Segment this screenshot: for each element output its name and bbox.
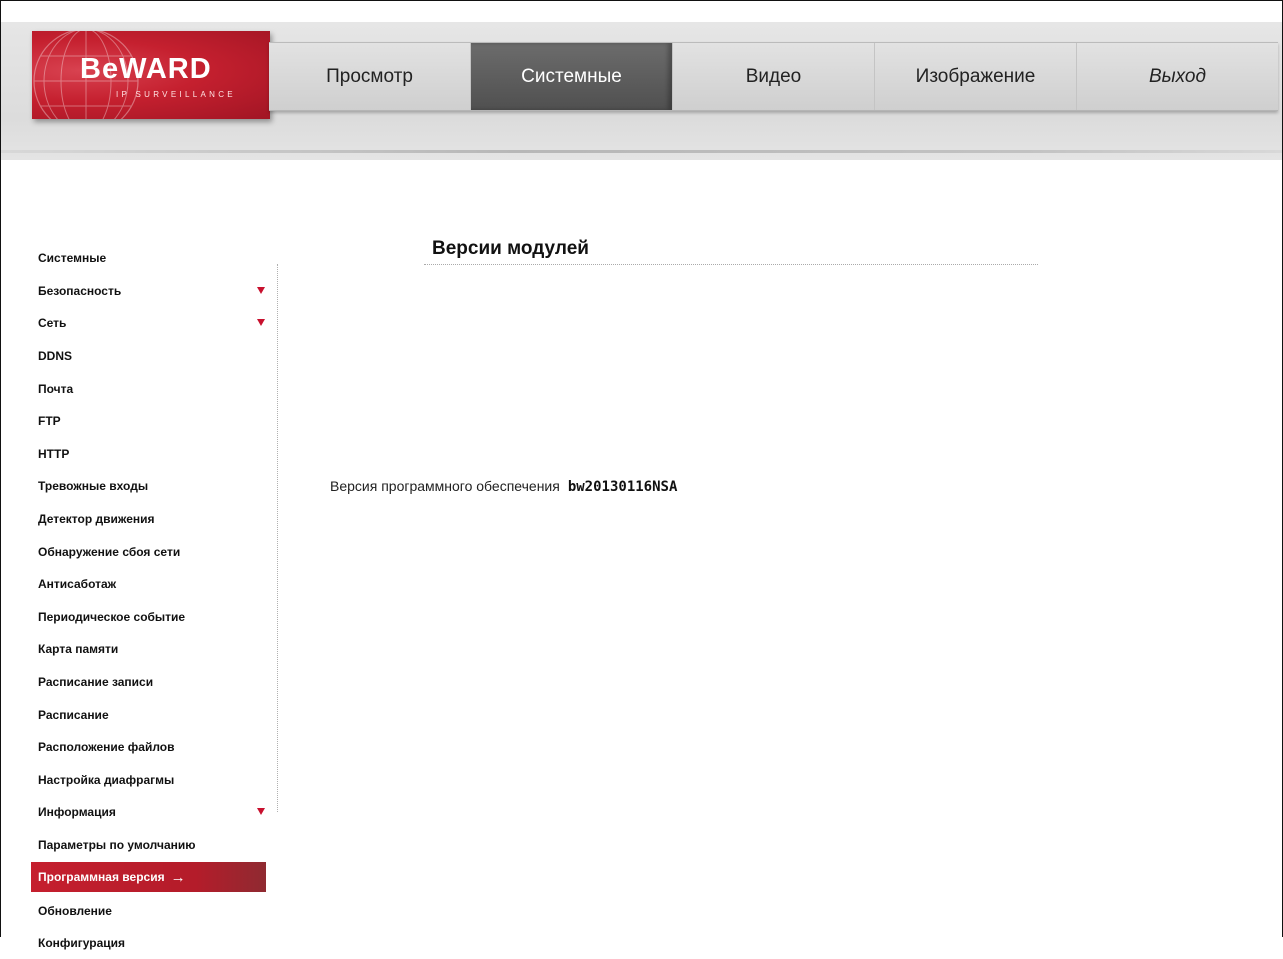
- sidebar-item-update[interactable]: Обновление: [31, 894, 271, 927]
- sidebar-item-configuration[interactable]: Конфигурация: [31, 927, 271, 959]
- expand-arrow-icon[interactable]: [257, 319, 265, 327]
- sidebar-item-motion-detector[interactable]: Детектор движения: [31, 503, 271, 536]
- nav-logout[interactable]: Выход: [1077, 43, 1278, 110]
- sidebar-item-ddns[interactable]: DDNS: [31, 340, 271, 373]
- sidebar-item-ftp[interactable]: FTP: [31, 405, 271, 438]
- brand-logo[interactable]: BeWARD IP SURVEILLANCE: [32, 31, 270, 119]
- sidebar-item-file-location[interactable]: Расположение файлов: [31, 731, 271, 764]
- nav-system[interactable]: Системные: [471, 43, 673, 110]
- sidebar-item-label: Параметры по умолчанию: [38, 837, 196, 852]
- sidebar-item-label: Конфигурация: [38, 936, 126, 951]
- sidebar-item-tamper[interactable]: Антисаботаж: [31, 568, 271, 601]
- sidebar-item-label: Программная версия: [38, 870, 165, 885]
- sidebar-menu: Системные Безопасность Сеть DDNS Почта F…: [31, 242, 271, 959]
- sidebar-item-label: Обновление: [38, 903, 112, 918]
- sidebar-item-memory-card[interactable]: Карта памяти: [31, 633, 271, 666]
- sidebar-item-label: Сеть: [38, 316, 67, 331]
- header-divider: [1, 150, 1282, 153]
- sidebar-item-label: Карта памяти: [38, 642, 119, 657]
- sidebar-item-label: Почта: [38, 381, 74, 396]
- sidebar-item-label: Информация: [38, 805, 116, 820]
- sidebar-divider: [277, 264, 278, 812]
- arrow-right-icon: →: [170, 868, 186, 886]
- sidebar-item-label: HTTP: [38, 446, 70, 461]
- sidebar-item-defaults[interactable]: Параметры по умолчанию: [31, 829, 271, 862]
- sidebar-item-label: Системные: [38, 251, 107, 266]
- sidebar-item-label: FTP: [38, 414, 61, 429]
- brand-name: BeWARD: [80, 53, 212, 85]
- sidebar-item-label: Обнаружение сбоя сети: [38, 544, 181, 559]
- sidebar-item-label: DDNS: [38, 349, 73, 364]
- sidebar-item-record-schedule[interactable]: Расписание записи: [31, 666, 271, 699]
- sidebar-item-info[interactable]: Информация: [31, 796, 271, 829]
- sidebar-item-label: Настройка диафрагмы: [38, 772, 175, 787]
- sidebar-item-network[interactable]: Сеть: [31, 307, 271, 340]
- sidebar-item-network-failure[interactable]: Обнаружение сбоя сети: [31, 535, 271, 568]
- sidebar-item-label: Антисаботаж: [38, 577, 117, 592]
- nav-image[interactable]: Изображение: [875, 43, 1077, 110]
- sidebar-item-label: Безопасность: [38, 283, 122, 298]
- sidebar-item-alarm-inputs[interactable]: Тревожные входы: [31, 470, 271, 503]
- sidebar-item-security[interactable]: Безопасность: [31, 275, 271, 308]
- sidebar-item-label: Расписание: [38, 707, 109, 722]
- nav-video[interactable]: Видео: [673, 43, 875, 110]
- sidebar-item-label: Расписание записи: [38, 675, 154, 690]
- sidebar-item-label: Периодическое событие: [38, 609, 186, 624]
- sidebar-item-label: Расположение файлов: [38, 740, 175, 755]
- sidebar-item-label: Детектор движения: [38, 512, 155, 527]
- page-title: Версии модулей: [432, 238, 589, 259]
- sidebar-item-iris[interactable]: Настройка диафрагмы: [31, 764, 271, 797]
- sidebar-item-schedule[interactable]: Расписание: [31, 698, 271, 731]
- sidebar-item-system[interactable]: Системные: [31, 242, 271, 275]
- brand-tagline: IP SURVEILLANCE: [116, 90, 236, 99]
- firmware-version-row: Версия программного обеспечения bw2013011…: [330, 478, 677, 495]
- nav-view[interactable]: Просмотр: [269, 43, 471, 110]
- sidebar-item-mail[interactable]: Почта: [31, 372, 271, 405]
- sidebar-item-periodic-event[interactable]: Периодическое событие: [31, 601, 271, 634]
- title-underline: [424, 264, 1038, 265]
- firmware-version-label: Версия программного обеспечения: [330, 478, 560, 494]
- sidebar-item-label: Тревожные входы: [38, 479, 149, 494]
- sidebar-item-firmware-version[interactable]: Программная версия →: [31, 862, 266, 893]
- sidebar-item-http[interactable]: HTTP: [31, 438, 271, 471]
- firmware-version-value: bw20130116NSA: [567, 479, 678, 495]
- collapse-arrow-icon[interactable]: [257, 808, 265, 816]
- top-navigation: Просмотр Системные Видео Изображение Вых…: [269, 42, 1278, 111]
- expand-arrow-icon[interactable]: [257, 286, 265, 294]
